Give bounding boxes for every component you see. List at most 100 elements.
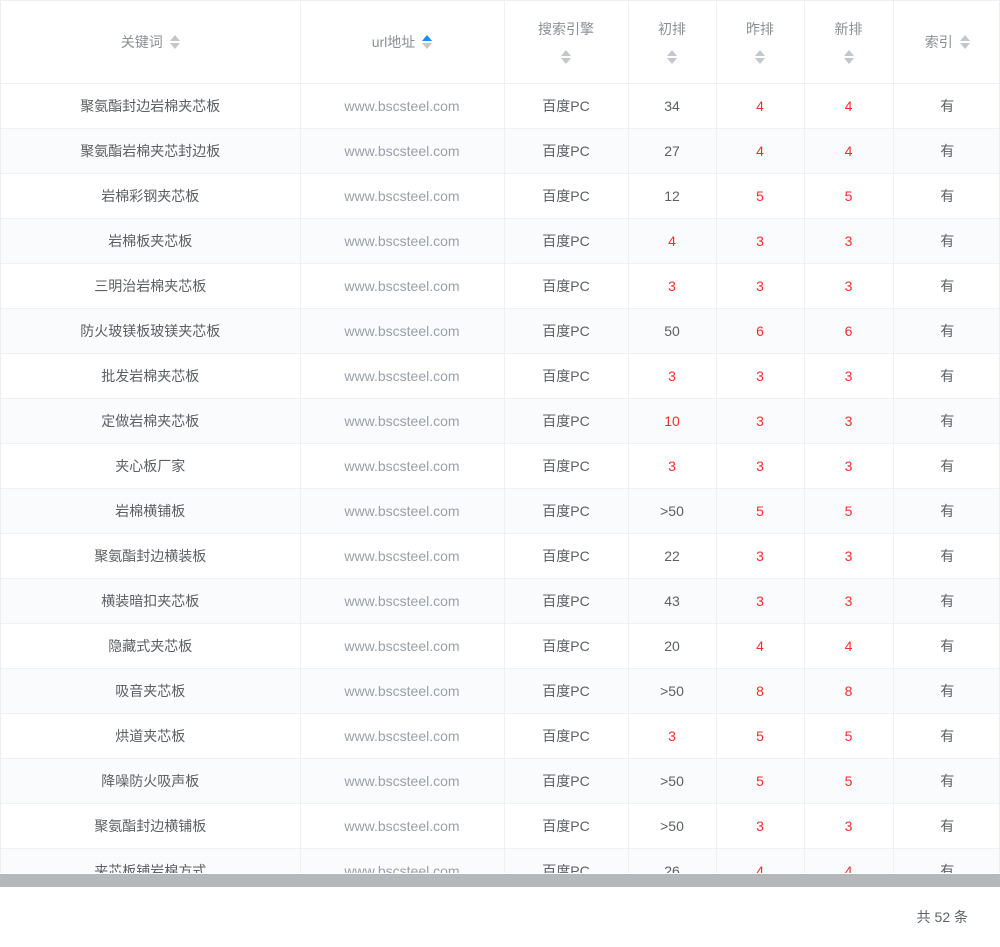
sort-carets-icon bbox=[422, 35, 432, 49]
column-label: 初排 bbox=[658, 19, 686, 39]
cell-initial-rank: >50 bbox=[628, 488, 716, 533]
cell-keyword: 定做岩棉夹芯板 bbox=[1, 398, 300, 443]
cell-yesterday-rank: 3 bbox=[716, 578, 804, 623]
cell-keyword: 聚氨酯封边岩棉夹芯板 bbox=[1, 83, 300, 128]
cell-url: www.bscsteel.com bbox=[300, 803, 504, 848]
cell-url: www.bscsteel.com bbox=[300, 353, 504, 398]
column-header-url[interactable]: url地址 bbox=[300, 1, 504, 83]
cell-search-engine: 百度PC bbox=[504, 533, 628, 578]
cell-initial-rank: 50 bbox=[628, 308, 716, 353]
cell-url: www.bscsteel.com bbox=[300, 848, 504, 873]
column-header-index[interactable]: 索引 bbox=[893, 1, 1000, 83]
caret-down-icon bbox=[422, 43, 432, 49]
cell-keyword: 岩棉横铺板 bbox=[1, 488, 300, 533]
cell-search-engine: 百度PC bbox=[504, 263, 628, 308]
cell-new-rank: 5 bbox=[804, 173, 893, 218]
column-header-new-rank[interactable]: 新排 bbox=[804, 1, 893, 83]
table-row: 聚氨酯岩棉夹芯封边板www.bscsteel.com百度PC2744有 bbox=[1, 128, 1000, 173]
column-header-yesterday-rank[interactable]: 昨排 bbox=[716, 1, 804, 83]
keyword-rank-table-container: 关键词 url地址 搜索引擎 初排 昨排 新排 索引 bbox=[0, 0, 1000, 873]
table-row: 防火玻镁板玻镁夹芯板www.bscsteel.com百度PC5066有 bbox=[1, 308, 1000, 353]
cell-yesterday-rank: 4 bbox=[716, 848, 804, 873]
cell-yesterday-rank: 3 bbox=[716, 443, 804, 488]
table-row: 聚氨酯封边岩棉夹芯板www.bscsteel.com百度PC3444有 bbox=[1, 83, 1000, 128]
keyword-rank-table: 关键词 url地址 搜索引擎 初排 昨排 新排 索引 bbox=[1, 1, 1000, 873]
cell-index: 有 bbox=[893, 668, 1000, 713]
cell-keyword: 夹芯板铺岩棉方式 bbox=[1, 848, 300, 873]
cell-initial-rank: 3 bbox=[628, 353, 716, 398]
horizontal-scrollbar-thumb[interactable] bbox=[0, 874, 1000, 887]
cell-search-engine: 百度PC bbox=[504, 848, 628, 873]
header-row: 关键词 url地址 搜索引擎 初排 昨排 新排 索引 bbox=[1, 1, 1000, 83]
cell-keyword: 防火玻镁板玻镁夹芯板 bbox=[1, 308, 300, 353]
cell-search-engine: 百度PC bbox=[504, 488, 628, 533]
cell-search-engine: 百度PC bbox=[504, 83, 628, 128]
cell-new-rank: 4 bbox=[804, 128, 893, 173]
total-count: 共 52 条 bbox=[917, 909, 968, 925]
cell-initial-rank: 26 bbox=[628, 848, 716, 873]
cell-yesterday-rank: 3 bbox=[716, 533, 804, 578]
cell-yesterday-rank: 8 bbox=[716, 668, 804, 713]
cell-url: www.bscsteel.com bbox=[300, 488, 504, 533]
cell-yesterday-rank: 5 bbox=[716, 488, 804, 533]
table-row: 聚氨酯封边横铺板www.bscsteel.com百度PC>5033有 bbox=[1, 803, 1000, 848]
cell-index: 有 bbox=[893, 308, 1000, 353]
column-header-initial-rank[interactable]: 初排 bbox=[628, 1, 716, 83]
cell-new-rank: 3 bbox=[804, 443, 893, 488]
table-row: 夹芯板铺岩棉方式www.bscsteel.com百度PC2644有 bbox=[1, 848, 1000, 873]
cell-keyword: 岩棉彩钢夹芯板 bbox=[1, 173, 300, 218]
cell-keyword: 聚氨酯封边横铺板 bbox=[1, 803, 300, 848]
column-label: 新排 bbox=[835, 19, 863, 39]
cell-initial-rank: 27 bbox=[628, 128, 716, 173]
caret-up-icon bbox=[844, 50, 854, 56]
cell-index: 有 bbox=[893, 353, 1000, 398]
cell-keyword: 夹心板厂家 bbox=[1, 443, 300, 488]
caret-down-icon bbox=[170, 43, 180, 49]
cell-search-engine: 百度PC bbox=[504, 443, 628, 488]
cell-index: 有 bbox=[893, 263, 1000, 308]
table-row: 岩棉横铺板www.bscsteel.com百度PC>5055有 bbox=[1, 488, 1000, 533]
cell-index: 有 bbox=[893, 758, 1000, 803]
caret-up-icon bbox=[170, 35, 180, 41]
column-label: 关键词 bbox=[121, 32, 163, 52]
cell-yesterday-rank: 6 bbox=[716, 308, 804, 353]
cell-keyword: 三明治岩棉夹芯板 bbox=[1, 263, 300, 308]
column-header-keyword[interactable]: 关键词 bbox=[1, 1, 300, 83]
cell-initial-rank: >50 bbox=[628, 758, 716, 803]
cell-url: www.bscsteel.com bbox=[300, 758, 504, 803]
cell-url: www.bscsteel.com bbox=[300, 263, 504, 308]
cell-new-rank: 4 bbox=[804, 848, 893, 873]
table-row: 烘道夹芯板www.bscsteel.com百度PC355有 bbox=[1, 713, 1000, 758]
caret-down-icon bbox=[844, 58, 854, 64]
sort-carets-icon bbox=[561, 50, 571, 64]
cell-url: www.bscsteel.com bbox=[300, 533, 504, 578]
cell-index: 有 bbox=[893, 173, 1000, 218]
cell-new-rank: 5 bbox=[804, 488, 893, 533]
cell-keyword: 吸音夹芯板 bbox=[1, 668, 300, 713]
cell-search-engine: 百度PC bbox=[504, 668, 628, 713]
cell-initial-rank: 22 bbox=[628, 533, 716, 578]
table-row: 定做岩棉夹芯板www.bscsteel.com百度PC1033有 bbox=[1, 398, 1000, 443]
cell-keyword: 批发岩棉夹芯板 bbox=[1, 353, 300, 398]
cell-new-rank: 3 bbox=[804, 218, 893, 263]
cell-new-rank: 3 bbox=[804, 263, 893, 308]
cell-new-rank: 3 bbox=[804, 803, 893, 848]
cell-index: 有 bbox=[893, 128, 1000, 173]
cell-url: www.bscsteel.com bbox=[300, 668, 504, 713]
cell-search-engine: 百度PC bbox=[504, 713, 628, 758]
cell-search-engine: 百度PC bbox=[504, 578, 628, 623]
caret-down-icon bbox=[755, 58, 765, 64]
cell-keyword: 聚氨酯岩棉夹芯封边板 bbox=[1, 128, 300, 173]
cell-index: 有 bbox=[893, 803, 1000, 848]
cell-keyword: 横装暗扣夹芯板 bbox=[1, 578, 300, 623]
table-row: 夹心板厂家www.bscsteel.com百度PC333有 bbox=[1, 443, 1000, 488]
column-header-search-engine[interactable]: 搜索引擎 bbox=[504, 1, 628, 83]
cell-new-rank: 8 bbox=[804, 668, 893, 713]
cell-new-rank: 3 bbox=[804, 578, 893, 623]
table-row: 批发岩棉夹芯板www.bscsteel.com百度PC333有 bbox=[1, 353, 1000, 398]
cell-index: 有 bbox=[893, 398, 1000, 443]
cell-keyword: 烘道夹芯板 bbox=[1, 713, 300, 758]
cell-yesterday-rank: 3 bbox=[716, 398, 804, 443]
cell-search-engine: 百度PC bbox=[504, 308, 628, 353]
cell-index: 有 bbox=[893, 848, 1000, 873]
